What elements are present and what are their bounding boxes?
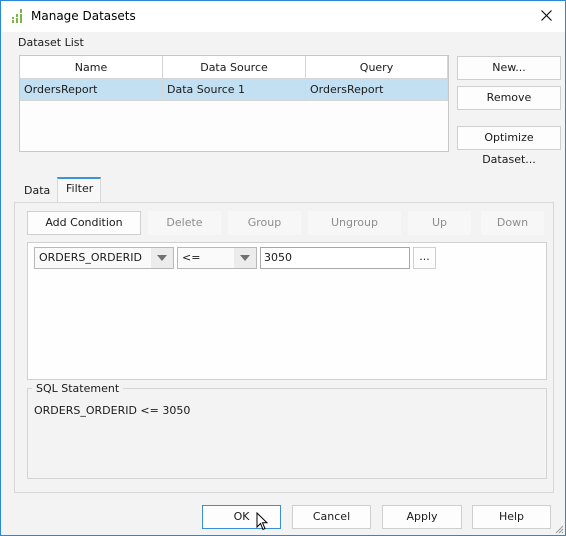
chevron-down-icon[interactable] [151, 248, 173, 268]
operator-select[interactable]: <= [177, 247, 257, 269]
tab-data[interactable]: Data [16, 179, 58, 203]
chevron-down-icon[interactable] [234, 248, 256, 268]
value-browse-button[interactable]: ... [413, 247, 436, 269]
column-header-name[interactable]: Name [20, 56, 163, 79]
sql-statement-label: SQL Statement [32, 382, 124, 395]
remove-dataset-button[interactable]: Remove [457, 86, 561, 110]
ungroup-button[interactable]: Ungroup [308, 211, 401, 235]
new-dataset-button[interactable]: New... [457, 56, 561, 80]
cell-name: OrdersReport [20, 79, 163, 101]
apply-button[interactable]: Apply [382, 505, 462, 529]
optimize-dataset-button[interactable]: Optimize Dataset... [457, 126, 561, 166]
up-button[interactable]: Up [408, 211, 471, 235]
tab-filter[interactable]: Filter [57, 177, 101, 203]
sql-statement-text: ORDERS_ORDERID <= 3050 [34, 404, 191, 417]
dataset-list-label: Dataset List [18, 36, 84, 49]
title-bar: Manage Datasets [1, 1, 565, 32]
help-button[interactable]: Help [472, 505, 551, 529]
cell-query: OrdersReport [306, 79, 448, 101]
add-condition-button[interactable]: Add Condition [27, 211, 141, 235]
cancel-button[interactable]: Cancel [292, 505, 371, 529]
field-select[interactable]: ORDERS_ORDERID [34, 247, 174, 269]
cell-data-source: Data Source 1 [163, 79, 306, 101]
operator-select-value: <= [182, 251, 201, 264]
value-input[interactable]: 3050 [260, 247, 410, 269]
field-select-value: ORDERS_ORDERID [39, 251, 142, 264]
sql-statement-group [27, 388, 547, 479]
resize-grip-icon[interactable] [554, 524, 564, 534]
delete-button[interactable]: Delete [148, 211, 221, 235]
mouse-pointer-icon [256, 512, 269, 531]
close-button[interactable] [533, 3, 561, 29]
window-title: Manage Datasets [31, 9, 136, 23]
group-button[interactable]: Group [228, 211, 301, 235]
column-header-query[interactable]: Query [306, 56, 448, 79]
dataset-table[interactable]: Name Data Source Query OrdersReport Data… [19, 55, 449, 152]
down-button[interactable]: Down [481, 211, 544, 235]
close-icon [541, 10, 552, 21]
manage-datasets-dialog: Manage Datasets Dataset List Name Data S… [0, 0, 566, 536]
table-row[interactable]: OrdersReport Data Source 1 OrdersReport [20, 79, 448, 101]
bar-chart-icon [11, 8, 25, 24]
table-header: Name Data Source Query [20, 56, 448, 79]
column-header-data-source[interactable]: Data Source [163, 56, 306, 79]
